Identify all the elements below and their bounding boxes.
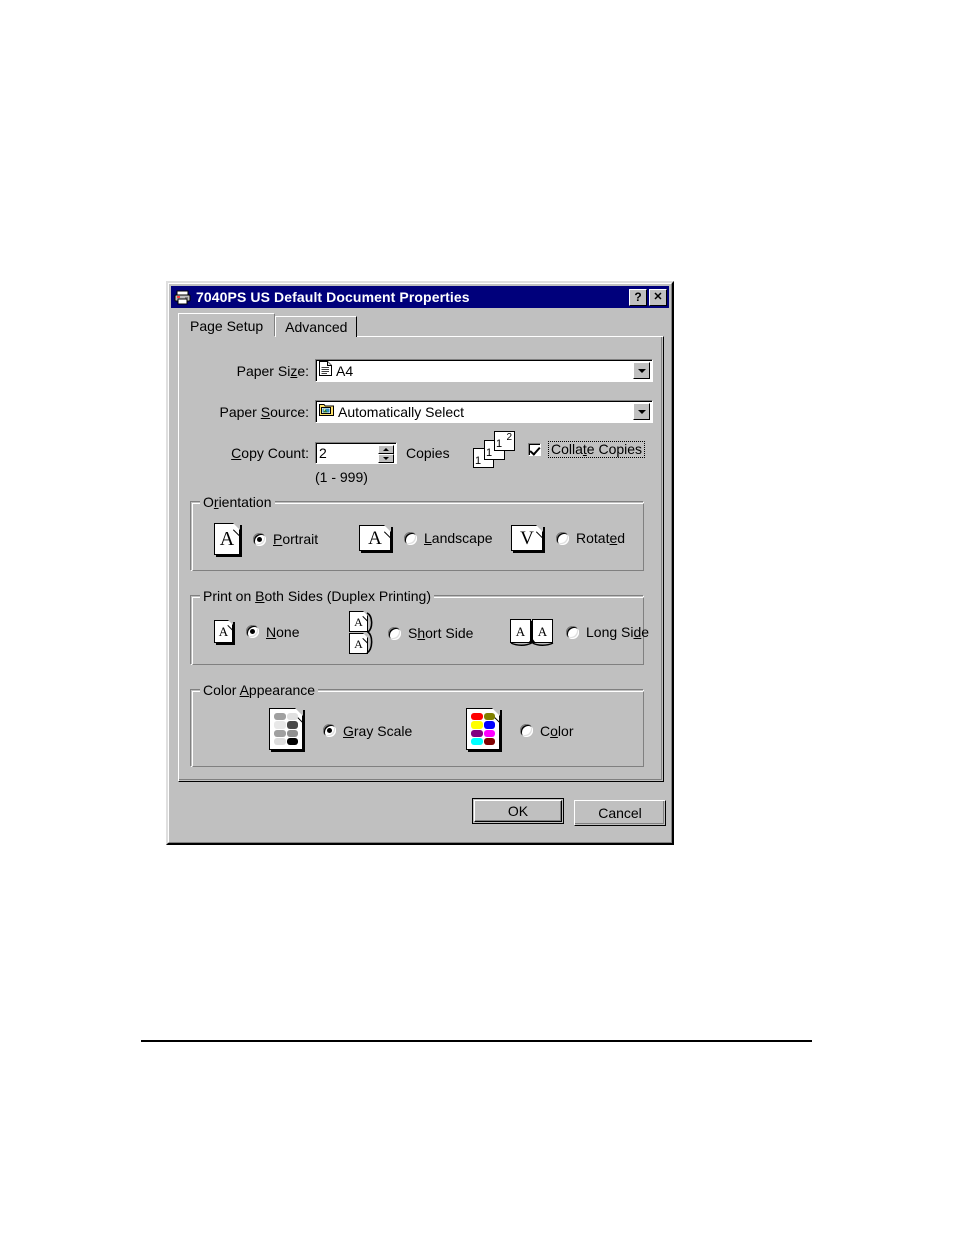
cancel-button[interactable]: Cancel (574, 800, 666, 826)
orientation-label-landscape: Landscape (424, 530, 493, 546)
copy-count-range-hint: (1 - 999) (315, 469, 368, 485)
color-label-color: Color (540, 722, 574, 739)
copy-count-stepper[interactable] (315, 442, 397, 464)
orientation-radio-portrait[interactable] (253, 532, 266, 546)
collated-pages-icon: 12 12 12 (473, 429, 519, 469)
collate-copies-checkbox[interactable] (528, 442, 541, 456)
orientation-label-rotated: Rotated (576, 530, 626, 546)
close-icon[interactable]: ✕ (649, 288, 667, 306)
ok-button-label: OK (507, 803, 529, 819)
tab-advanced-label: Advanced (285, 319, 348, 335)
duplex-option-none[interactable]: A None (214, 620, 299, 643)
copies-suffix-label: Copies (406, 445, 450, 461)
duplex-group: Print on Both Sides (Duplex Printing) A … (190, 588, 649, 665)
duplex-radio-none[interactable] (246, 625, 259, 638)
color-radio-gray-scale[interactable] (323, 724, 336, 737)
page-portrait-icon: A (214, 523, 247, 555)
tab-page-setup[interactable]: Page Setup (178, 313, 276, 339)
window-title: 7040PS US Default Document Properties (196, 288, 470, 305)
grayscale-page-icon (269, 708, 311, 753)
paper-size-combo[interactable]: A4 (315, 359, 653, 382)
color-page-icon (466, 708, 508, 753)
copy-count-label: Copy Count: (231, 445, 309, 461)
page-rotated-icon: V (511, 525, 550, 551)
paper-source-label: Paper Source: (219, 403, 309, 420)
paper-source-value: Automatically Select (338, 403, 465, 420)
color-appearance-group-title: Color Appearance (200, 682, 319, 698)
page-setup-panel: Paper Size: A4 Paper Source: Automatical… (178, 336, 664, 782)
cancel-button-label: Cancel (598, 805, 642, 821)
paper-size-row: Paper Size: A4 (189, 359, 655, 382)
ok-button[interactable]: OK (472, 798, 564, 824)
duplex-option-long-side[interactable]: A A Long Side (510, 619, 650, 646)
orientation-radio-landscape[interactable] (404, 531, 417, 545)
chevron-down-icon[interactable] (633, 362, 650, 379)
duplex-label-short-side: Short Side (408, 625, 474, 641)
paper-size-label: Paper Size: (236, 362, 309, 379)
color-option-color[interactable]: Color (466, 708, 573, 753)
paper-size-value: A4 (336, 362, 354, 379)
duplex-radio-long-side[interactable] (566, 625, 579, 639)
duplex-label-none: None (266, 623, 300, 640)
help-button[interactable]: ? (629, 288, 647, 306)
color-appearance-group: Color Appearance Gray Scale Color (190, 682, 644, 767)
page-footer-rule (141, 1040, 812, 1042)
copy-count-row: Copy Count: Copies (189, 442, 450, 464)
orientation-radio-rotated[interactable] (556, 531, 569, 545)
orientation-option-portrait[interactable]: A Portrait (214, 523, 318, 555)
paper-source-combo[interactable]: Automatically Select (315, 400, 653, 423)
titlebar-buttons: ? ✕ (629, 288, 667, 306)
duplex-radio-short-side[interactable] (388, 627, 401, 640)
chevron-down-icon[interactable] (633, 403, 650, 420)
tab-page-setup-label: Page Setup (190, 317, 264, 334)
printer-icon (174, 289, 192, 306)
collate-copies-label[interactable]: Collate Copies (548, 440, 646, 458)
document-properties-dialog: 7040PS US Default Document Properties ? … (166, 281, 674, 845)
duplex-label-long-side: Long Side (586, 624, 650, 640)
spin-up-button[interactable] (378, 445, 394, 454)
duplex-group-title: Print on Both Sides (Duplex Printing) (200, 588, 435, 604)
spin-down-button[interactable] (378, 454, 394, 463)
copy-count-spin-buttons[interactable] (378, 445, 394, 463)
simplex-icon: A (214, 620, 238, 643)
color-radio-color[interactable] (520, 724, 533, 737)
title-bar[interactable]: 7040PS US Default Document Properties ? … (171, 286, 669, 308)
orientation-label-portrait: Portrait (273, 531, 319, 547)
orientation-option-landscape[interactable]: A Landscape (359, 525, 493, 551)
orientation-option-rotated[interactable]: V Rotated (511, 525, 625, 551)
duplex-short-side-icon: A A (349, 611, 373, 655)
orientation-group-title: Orientation (200, 494, 275, 510)
document-icon (319, 360, 332, 381)
duplex-long-side-icon: A A (510, 619, 555, 646)
orientation-group: Orientation A Portrait A Landscape V Rot… (190, 494, 644, 571)
tab-strip: Page Setup Advanced (178, 313, 358, 339)
tab-advanced[interactable]: Advanced (275, 316, 358, 337)
color-option-gray-scale[interactable]: Gray Scale (269, 708, 412, 753)
paper-tray-icon (319, 402, 334, 421)
duplex-option-short-side[interactable]: A A Short Side (349, 611, 473, 655)
paper-source-row: Paper Source: Automatically Select (189, 400, 655, 423)
page-landscape-icon: A (359, 525, 398, 551)
collate-row: 12 12 12 Collate Copies (473, 429, 646, 469)
color-label-gray-scale: Gray Scale (343, 722, 413, 739)
